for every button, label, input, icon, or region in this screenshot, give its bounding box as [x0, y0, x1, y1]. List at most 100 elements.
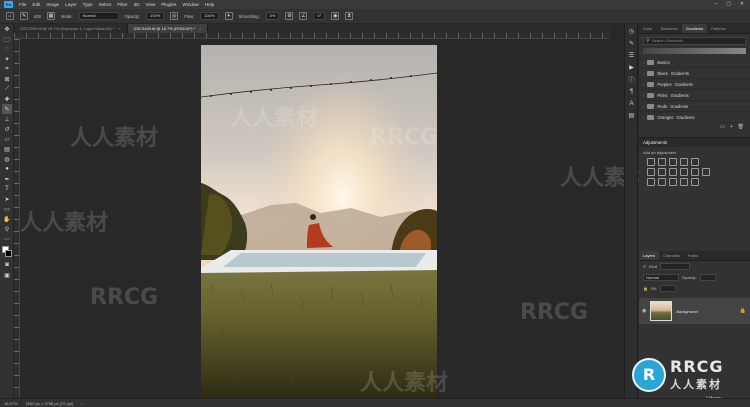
photo-filter-icon[interactable]	[680, 168, 688, 176]
screen-mode-icon[interactable]: ▣	[2, 270, 12, 280]
dodge-tool-icon[interactable]: ●	[2, 164, 12, 174]
channel-mixer-icon[interactable]	[691, 168, 699, 176]
menu-select[interactable]: Select	[99, 2, 112, 7]
menu-type[interactable]: Type	[83, 2, 93, 7]
gradient-group-reds[interactable]: › Reds Gradients	[639, 101, 750, 112]
new-gradient-icon[interactable]: +	[730, 124, 733, 130]
gradient-group-pinks[interactable]: › Pinks Gradients	[639, 90, 750, 101]
angle-icon[interactable]: ∠	[299, 12, 308, 20]
menu-edit[interactable]: Edit	[32, 2, 40, 7]
menu-3d[interactable]: 3D	[134, 2, 140, 7]
layer-fill-field[interactable]	[660, 285, 677, 292]
more-tools-icon[interactable]: ⋯	[2, 234, 12, 244]
doc-tab-2[interactable]: DSC3459.tif @ 16.7% (RGB/16*) * ×	[127, 24, 209, 33]
doc-tab-1[interactable]: DSC2909.tif @ 16.7% (Exposure 1, Layer M…	[14, 24, 128, 33]
crop-tool-icon[interactable]: ⌗	[2, 64, 12, 74]
angle-field[interactable]: 0°	[313, 12, 326, 20]
brush-settings-icon[interactable]: ▦	[47, 12, 55, 20]
chevron-right-icon[interactable]: ›	[81, 401, 82, 406]
tab-channels[interactable]: Channels	[659, 251, 684, 260]
color-swatches[interactable]	[0, 244, 14, 260]
clone-stamp-tool-icon[interactable]: ⊥	[2, 114, 12, 124]
color-lookup-icon[interactable]	[702, 168, 710, 176]
menu-filter[interactable]: Filter	[117, 2, 127, 7]
maximize-button[interactable]: ▢	[726, 1, 731, 7]
pressure-size-icon[interactable]: ◉	[331, 12, 340, 20]
rectangle-tool-icon[interactable]: ▭	[2, 204, 12, 214]
tab-patterns[interactable]: Patterns	[707, 24, 730, 33]
kind-filter[interactable]: Kind	[649, 264, 657, 269]
menu-window[interactable]: Window	[182, 2, 198, 7]
menu-view[interactable]: View	[145, 2, 155, 7]
pen-tool-icon[interactable]: ✒	[2, 174, 12, 184]
opacity-field[interactable]: 100%	[146, 12, 165, 20]
threshold-icon[interactable]	[669, 178, 677, 186]
minimize-button[interactable]: –	[714, 1, 717, 7]
menu-layer[interactable]: Layer	[65, 2, 77, 7]
tab-layers[interactable]: Layers	[639, 251, 660, 260]
layer-name[interactable]: Background	[676, 309, 697, 314]
brush-settings-icon[interactable]: ✎	[627, 39, 636, 48]
new-group-icon[interactable]: ▭	[720, 124, 725, 130]
tab-gradients[interactable]: Gradients	[681, 24, 708, 33]
curves-icon[interactable]	[669, 158, 677, 166]
zoom-tool-icon[interactable]: ⚲	[2, 224, 12, 234]
marquee-tool-icon[interactable]: ⬚	[2, 34, 12, 44]
gradient-group-purples[interactable]: › Purples Gradients	[639, 79, 750, 90]
vibrance-icon[interactable]	[691, 158, 699, 166]
info-icon[interactable]: ⓘ	[627, 75, 636, 84]
close-icon[interactable]: ×	[199, 26, 201, 31]
blend-mode-select[interactable]: Normal	[643, 274, 679, 281]
pressure-opacity-icon[interactable]: ◎	[170, 12, 179, 20]
eraser-tool-icon[interactable]: ▱	[2, 134, 12, 144]
invert-icon[interactable]	[647, 178, 655, 186]
lock-icon[interactable]: 🔒	[643, 286, 648, 291]
gradient-group-basics[interactable]: › Basics	[639, 57, 750, 68]
hand-tool-icon[interactable]: ✋	[2, 214, 12, 224]
lasso-tool-icon[interactable]: ◌	[2, 44, 12, 54]
eyedropper-tool-icon[interactable]: ⟋	[2, 84, 12, 94]
move-tool-icon[interactable]: ✥	[2, 24, 12, 34]
zoom-level[interactable]: 16.67%	[4, 401, 18, 406]
gradient-group-blues[interactable]: › Blues Gradients	[639, 68, 750, 79]
tab-swatches[interactable]: Swatches	[657, 24, 682, 33]
magic-wand-tool-icon[interactable]: ✦	[2, 54, 12, 64]
properties-icon[interactable]: ☰	[627, 51, 636, 60]
frame-tool-icon[interactable]: ⊠	[2, 74, 12, 84]
smoothing-field[interactable]: 0%	[265, 12, 280, 20]
document-image[interactable]	[201, 45, 437, 398]
symmetry-icon[interactable]: ⧗	[345, 12, 354, 20]
menu-plugins[interactable]: Plugins	[161, 2, 176, 7]
background-color-swatch[interactable]	[5, 250, 12, 257]
close-icon[interactable]: ×	[118, 26, 120, 31]
tab-paths[interactable]: Paths	[684, 251, 702, 260]
gradient-map-icon[interactable]	[680, 178, 688, 186]
posterize-icon[interactable]	[658, 178, 666, 186]
smoothing-settings-icon[interactable]: ⚙	[285, 12, 294, 20]
color-balance-icon[interactable]	[658, 168, 666, 176]
brush-tool-icon[interactable]: ✎	[20, 12, 28, 20]
close-button[interactable]: ✕	[740, 1, 744, 7]
mode-select[interactable]: Normal	[78, 12, 119, 20]
exposure-icon[interactable]	[680, 158, 688, 166]
hue-saturation-icon[interactable]	[647, 168, 655, 176]
paragraph-icon[interactable]: ¶	[627, 87, 636, 96]
gradient-group-oranges[interactable]: › Oranges Gradients	[639, 112, 750, 123]
tab-color[interactable]: Color	[639, 24, 657, 33]
healing-brush-tool-icon[interactable]: ✚	[2, 94, 12, 104]
layer-background[interactable]: ◉ Background 🔒	[639, 298, 750, 324]
play-icon[interactable]: ▶	[627, 63, 636, 72]
brush-size[interactable]: 400	[34, 14, 41, 19]
quick-mask-icon[interactable]: ◙	[2, 260, 12, 270]
gradient-tool-icon[interactable]: ▤	[2, 144, 12, 154]
document-info[interactable]: 2000 px × 3796 px (72 ppi)	[26, 401, 74, 406]
brush-tool-icon[interactable]: ✎	[2, 104, 12, 114]
path-selection-tool-icon[interactable]: ➤	[2, 194, 12, 204]
layer-opacity-field[interactable]	[699, 274, 716, 281]
eye-icon[interactable]: ◉	[642, 308, 646, 314]
flow-field[interactable]: 100%	[200, 12, 219, 20]
black-white-icon[interactable]	[669, 168, 677, 176]
menu-help[interactable]: Help	[205, 2, 214, 7]
adjustments-panel-title[interactable]: Adjustments	[639, 137, 750, 147]
selective-color-icon[interactable]	[691, 178, 699, 186]
